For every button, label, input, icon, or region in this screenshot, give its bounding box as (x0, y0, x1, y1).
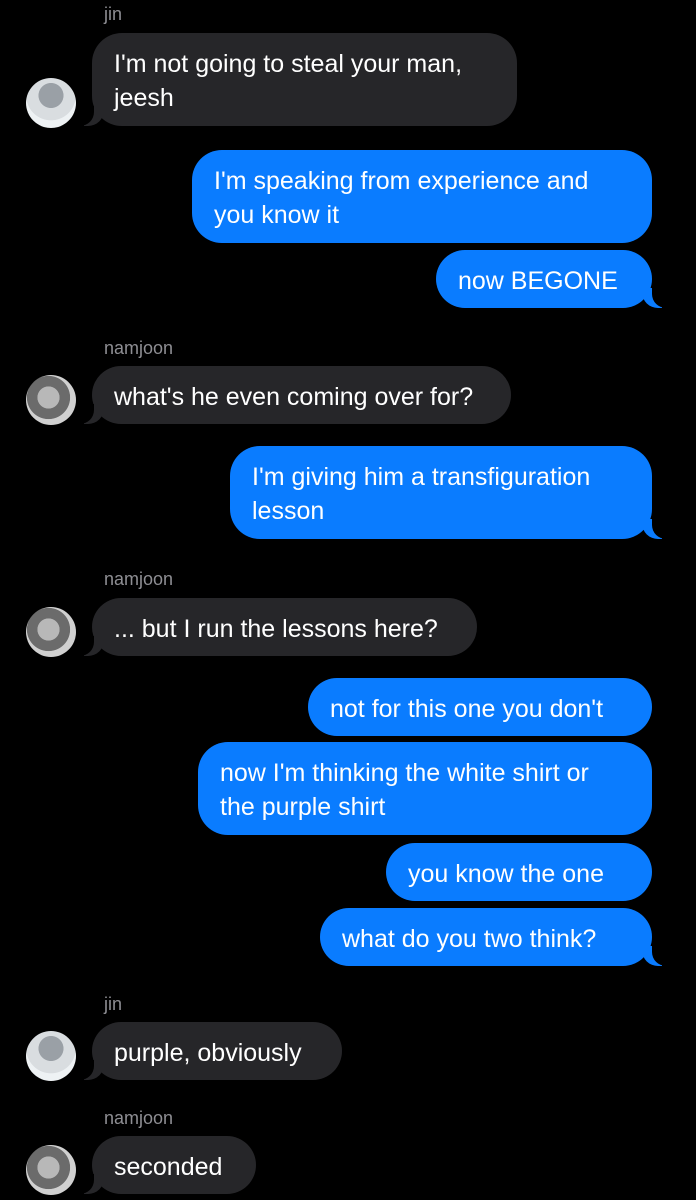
sender-name-jin: jin (104, 994, 123, 1014)
outgoing-message-bubble[interactable]: you know the one (386, 843, 652, 901)
incoming-message-bubble[interactable]: purple, obviously (92, 1022, 342, 1080)
incoming-message-bubble[interactable]: what's he even coming over for? (92, 366, 511, 424)
bubble-tail (642, 288, 672, 308)
bubble-tail (74, 1174, 104, 1194)
outgoing-message-bubble[interactable]: I'm giving him a transfiguration lesson (230, 446, 652, 539)
bubble-tail (74, 1060, 104, 1080)
outgoing-message-bubble[interactable]: now I'm thinking the white shirt or the … (198, 742, 652, 835)
outgoing-message-bubble[interactable]: I'm speaking from experience and you kno… (192, 150, 652, 243)
sender-name-namjoon: namjoon (104, 569, 174, 589)
bubble-tail (642, 946, 672, 966)
bubble-tail (74, 106, 104, 126)
outgoing-message-bubble[interactable]: what do you two think? (320, 908, 652, 966)
sender-name-namjoon: namjoon (104, 338, 174, 358)
incoming-message-bubble[interactable]: seconded (92, 1136, 256, 1194)
outgoing-message-bubble[interactable]: not for this one you don't (308, 678, 652, 736)
bubble-tail (642, 519, 672, 539)
jin-avatar[interactable] (26, 78, 76, 128)
namjoon-avatar[interactable] (26, 1145, 76, 1195)
jin-avatar[interactable] (26, 1031, 76, 1081)
sender-name-jin: jin (104, 4, 123, 24)
incoming-message-bubble[interactable]: ... but I run the lessons here? (92, 598, 477, 656)
bubble-tail (74, 636, 104, 656)
namjoon-avatar[interactable] (26, 607, 76, 657)
sender-name-namjoon: namjoon (104, 1108, 174, 1128)
namjoon-avatar[interactable] (26, 375, 76, 425)
outgoing-message-bubble[interactable]: now BEGONE (436, 250, 652, 308)
incoming-message-bubble[interactable]: I'm not going to steal your man, jeesh (92, 33, 517, 126)
bubble-tail (74, 404, 104, 424)
